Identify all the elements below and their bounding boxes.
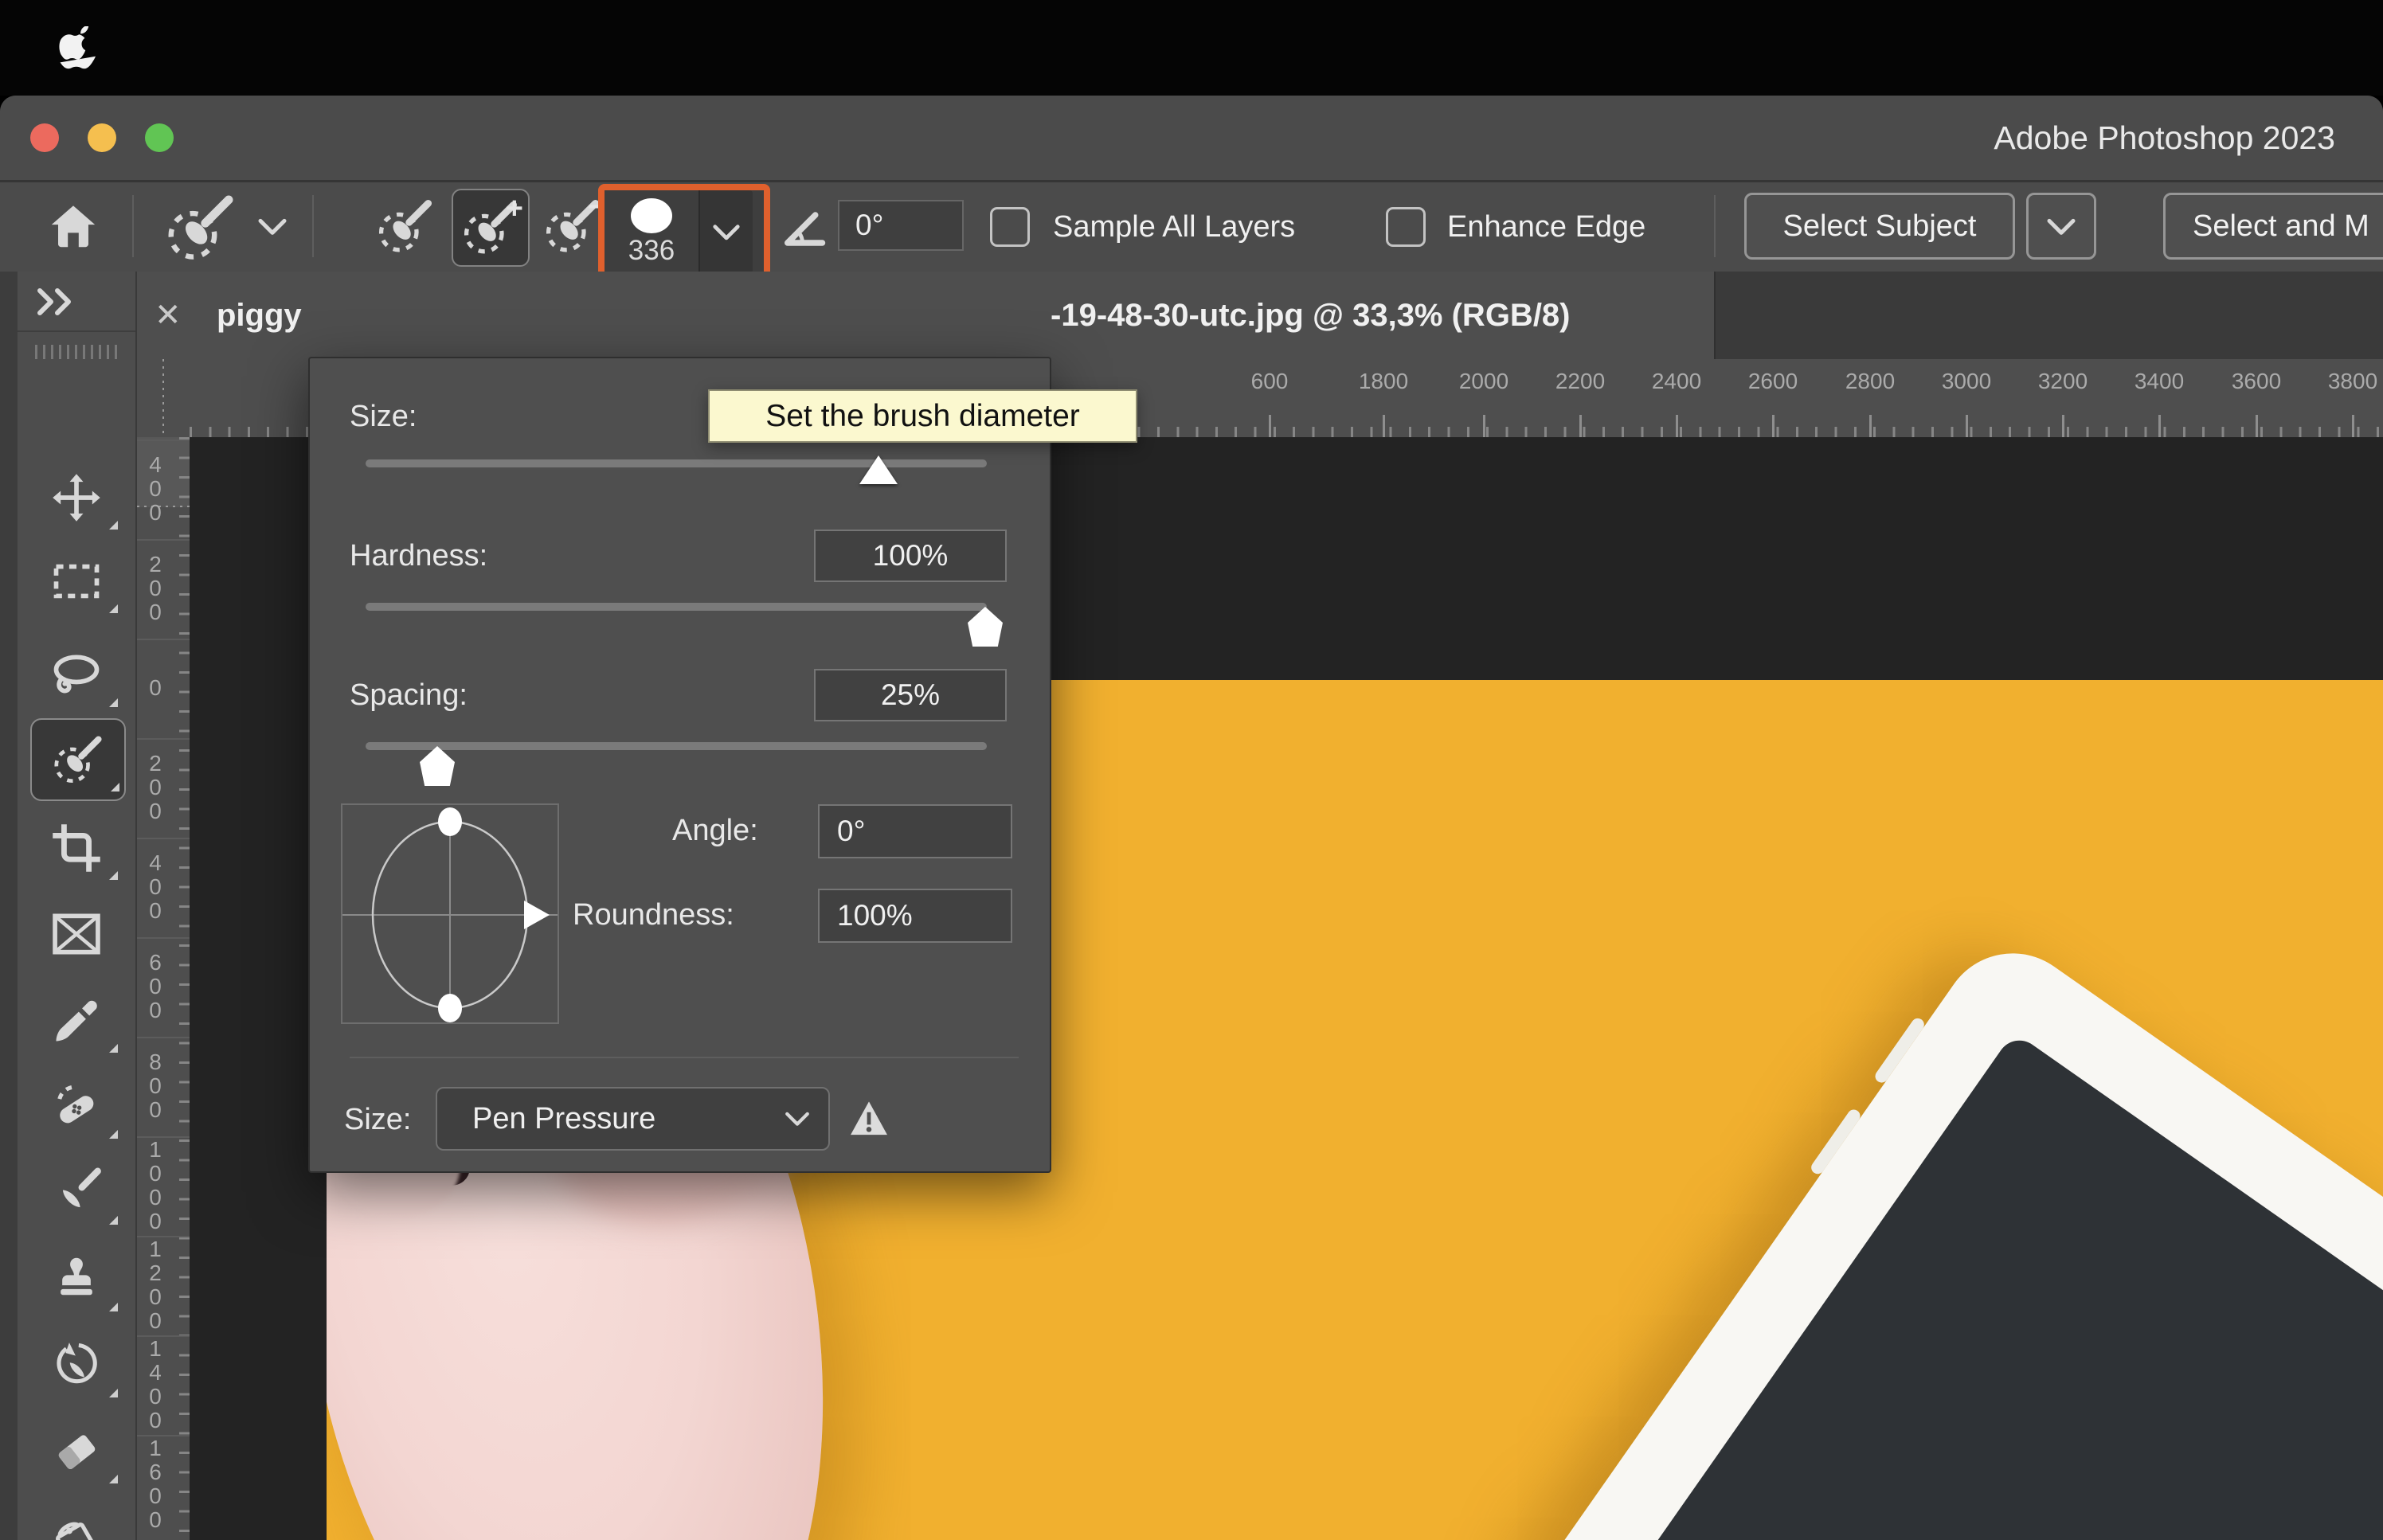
plus-badge: + (506, 193, 523, 224)
photoshop-window: Adobe Photoshop 2023 (0, 96, 2383, 1540)
smartphone-side-button (1872, 1016, 1927, 1085)
home-icon[interactable] (46, 200, 100, 254)
separator (312, 195, 314, 257)
tooltip: Set the brush diameter (708, 389, 1137, 443)
brush-tool[interactable] (30, 1153, 123, 1233)
history-brush-tool[interactable] (30, 1326, 123, 1405)
roundness-input[interactable]: 100% (818, 889, 1012, 943)
lasso-tool[interactable] (30, 635, 123, 715)
hardness-slider[interactable] (366, 603, 987, 611)
zoom-window-button[interactable] (145, 123, 174, 152)
smartphone-side-button (1809, 1107, 1863, 1176)
quick-selection-tool-icon[interactable] (162, 193, 239, 262)
paint-bucket-tool[interactable] (30, 1499, 123, 1540)
brush-size-dropdown-button[interactable] (698, 190, 753, 273)
minimize-window-button[interactable] (88, 123, 116, 152)
sample-all-layers-label: Sample All Layers (1053, 182, 1295, 272)
size-control-value: Pen Pressure (472, 1102, 655, 1136)
brush-angle-field[interactable]: 0° (838, 200, 964, 251)
hardness-slider-thumb[interactable] (968, 607, 1003, 647)
select-subject-button[interactable]: Select Subject (1744, 193, 2015, 260)
macos-menu-bar (0, 0, 2383, 96)
chevron-down-icon (784, 1109, 811, 1130)
close-window-button[interactable] (30, 123, 59, 152)
select-subject-dropdown-button[interactable] (2026, 193, 2096, 260)
vertical-ruler[interactable]: 00 400 200 0 200 400 600 800 1000 (137, 437, 191, 1540)
eyedropper-tool[interactable] (30, 981, 123, 1061)
clone-stamp-tool[interactable] (30, 1240, 123, 1319)
brush-tip-circle (631, 198, 672, 233)
new-selection-mode-button[interactable] (368, 189, 443, 264)
spacing-slider-thumb[interactable] (420, 746, 455, 786)
brush-size-value: 336 (628, 235, 675, 267)
enhance-edge-label: Enhance Edge (1447, 182, 1645, 272)
ruler-origin-dotted-line (162, 359, 164, 437)
spacing-slider[interactable] (366, 742, 987, 750)
brush-preview[interactable]: 336 (605, 190, 698, 273)
window-edge (0, 272, 18, 1540)
size-slider-thumb[interactable] (859, 455, 898, 484)
eraser-tool[interactable] (30, 1412, 123, 1491)
ruler-ticks (179, 437, 190, 1540)
spacing-input[interactable]: 25% (814, 669, 1007, 721)
smartphone-screen (1438, 1032, 2383, 1540)
tool-options-bar: + − 336 0° Sample All Layers (0, 182, 2383, 274)
collapse-panel-icon[interactable] (33, 286, 78, 318)
quick-selection-tool[interactable] (30, 718, 126, 801)
angle-label: Angle: (672, 814, 758, 848)
window-title: Adobe Photoshop 2023 (1994, 96, 2335, 180)
document-tab-bar: ✕ piggy -19-48-30-utc.jpg @ 33,3% (RGB/8… (137, 272, 2383, 361)
enhance-edge-checkbox[interactable] (1386, 207, 1426, 247)
angle-icon (781, 203, 828, 251)
separator (1714, 195, 1716, 257)
panel-grip[interactable] (35, 345, 118, 359)
brush-settings-popup: Size: 336 px Hardness: 100% Spacing: 25%… (308, 357, 1051, 1173)
tab-title-start: piggy (217, 272, 302, 359)
divider (18, 330, 135, 332)
spot-healing-brush-tool[interactable] (30, 1067, 123, 1147)
sample-all-layers-checkbox[interactable] (990, 207, 1030, 247)
smartphone (1356, 925, 2383, 1540)
size-label: Size: (350, 400, 417, 434)
window-title-bar[interactable]: Adobe Photoshop 2023 (0, 96, 2383, 182)
size-control-label: Size: (344, 1103, 411, 1137)
ruler-corner[interactable] (137, 359, 191, 439)
spacing-label: Spacing: (350, 678, 468, 713)
brush-shape-control[interactable] (341, 803, 559, 1024)
brush-size-picker[interactable]: 336 (598, 184, 770, 274)
frame-tool[interactable] (30, 894, 123, 974)
angle-arrow (524, 901, 550, 929)
hardness-label: Hardness: (350, 539, 487, 573)
divider (350, 1057, 1019, 1058)
close-tab-icon[interactable]: ✕ (155, 272, 182, 359)
crop-tool[interactable] (30, 808, 123, 888)
tab-title-end: -19-48-30-utc.jpg @ 33,3% (RGB/8) (1051, 272, 1571, 359)
document-tab[interactable]: ✕ piggy -19-48-30-utc.jpg @ 33,3% (RGB/8… (137, 272, 1716, 359)
roundness-label: Roundness: (573, 898, 734, 932)
size-control-dropdown[interactable]: Pen Pressure (436, 1087, 830, 1151)
separator (132, 195, 134, 257)
move-tool[interactable] (30, 458, 123, 537)
warning-icon (848, 1091, 890, 1147)
chevron-down-icon[interactable] (256, 214, 288, 238)
add-to-selection-mode-button[interactable]: + (452, 189, 530, 267)
angle-input[interactable]: 0° (818, 804, 1012, 858)
select-and-mask-button[interactable]: Select and M (2163, 193, 2383, 260)
apple-logo-icon[interactable] (59, 26, 96, 69)
hardness-input[interactable]: 100% (814, 530, 1007, 582)
roundness-handle-bottom (438, 994, 462, 1022)
rectangular-marquee-tool[interactable] (30, 541, 123, 621)
roundness-handle-top (438, 807, 462, 836)
tools-panel (18, 272, 137, 1540)
